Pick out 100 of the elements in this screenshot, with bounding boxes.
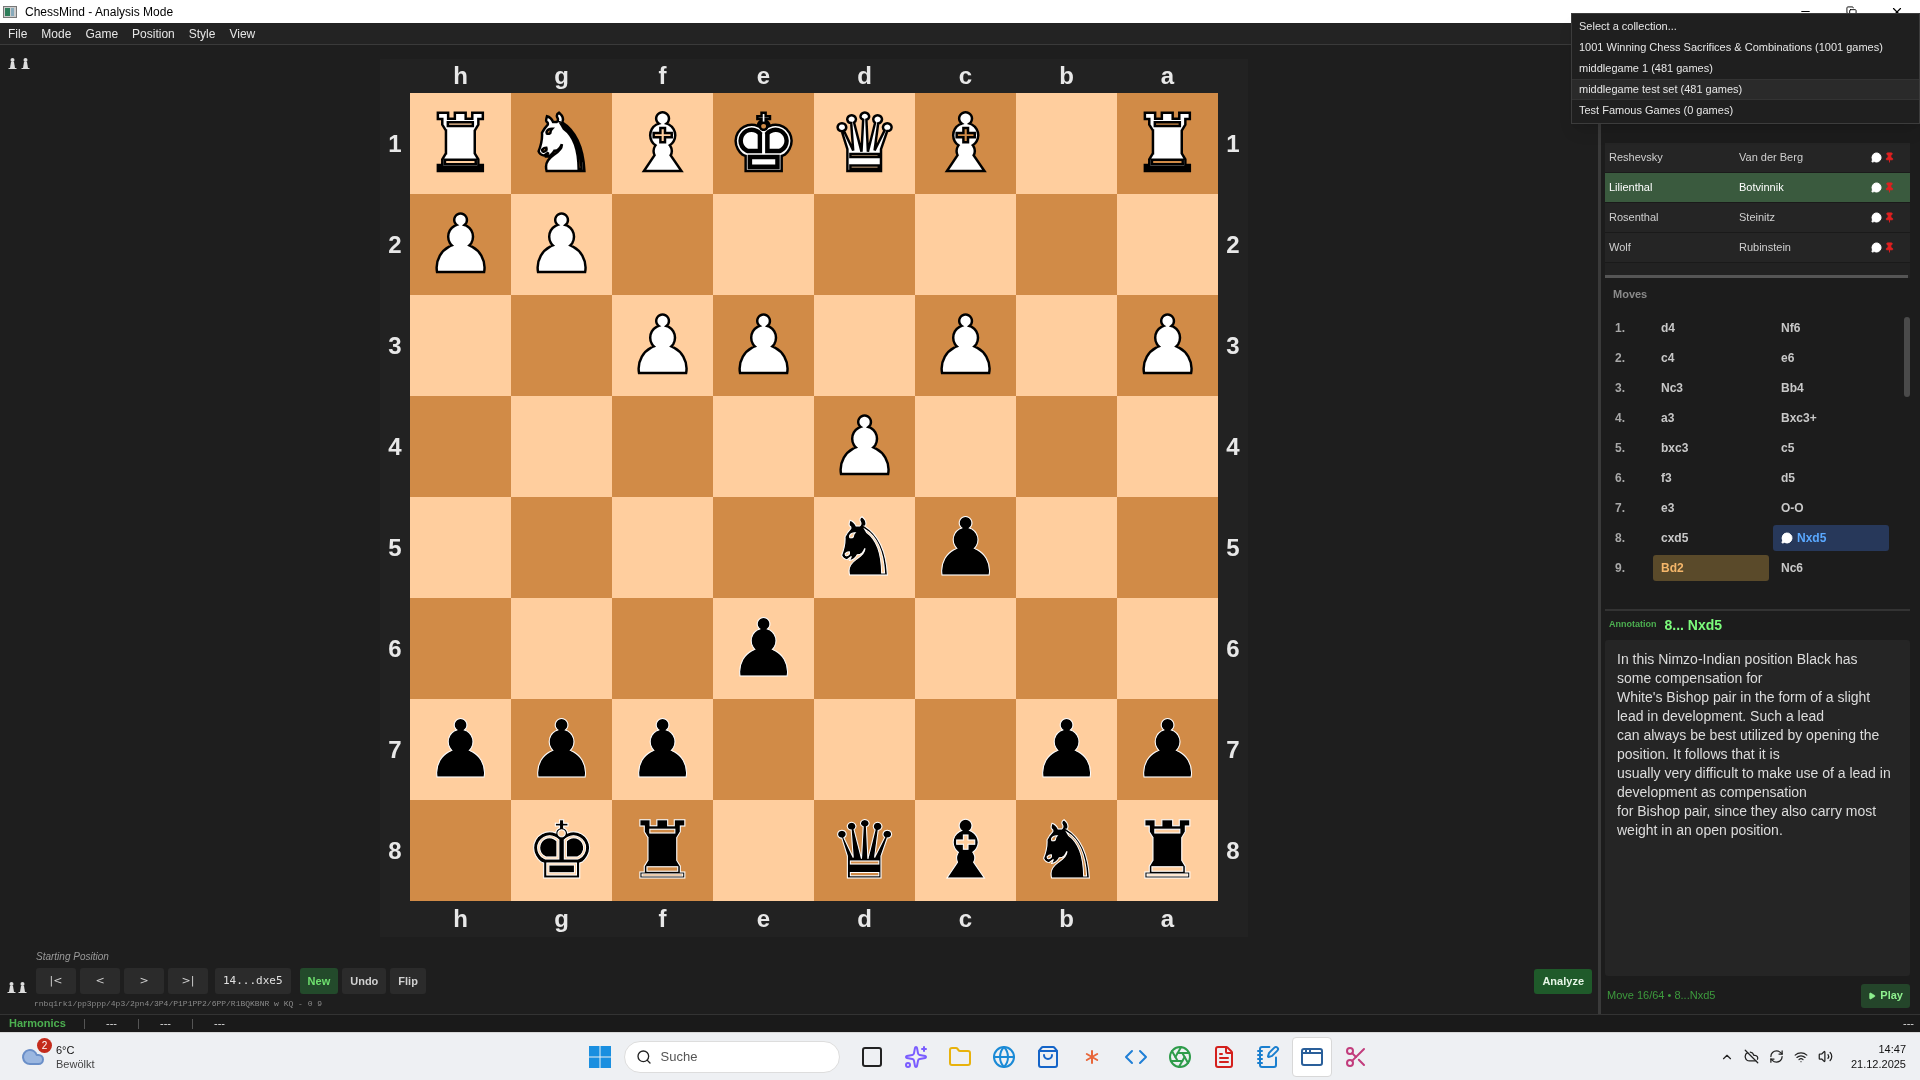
move-button[interactable]: Nxd5	[1773, 524, 1889, 551]
sync-icon[interactable]	[1768, 1049, 1784, 1064]
board-square[interactable]: ♛	[814, 800, 915, 901]
board-square[interactable]	[1117, 497, 1218, 598]
move-button[interactable]: Bb4	[1773, 374, 1889, 401]
cloud-off-icon[interactable]	[1743, 1049, 1759, 1064]
menu-item[interactable]: View	[229, 24, 256, 43]
menu-item[interactable]: Position	[132, 24, 175, 43]
board-square[interactable]	[410, 497, 511, 598]
board-square[interactable]	[1016, 295, 1117, 396]
move-button[interactable]: O-O	[1773, 494, 1889, 521]
game-row[interactable]: Lilienthal Botvinnik	[1605, 173, 1910, 203]
board-square[interactable]	[713, 194, 814, 295]
chess-piece[interactable]: ♟	[1030, 709, 1103, 790]
chess-piece[interactable]: ♜	[626, 810, 699, 891]
board-square[interactable]	[612, 497, 713, 598]
board-square[interactable]	[1016, 497, 1117, 598]
taskbar-app[interactable]	[1291, 1036, 1332, 1077]
board-square[interactable]: ♜	[612, 800, 713, 901]
chess-piece[interactable]: ♞	[1030, 810, 1103, 891]
nav-button[interactable]: >	[124, 968, 164, 994]
move-button[interactable]: bxc3	[1653, 434, 1769, 461]
board-square[interactable]: ♟	[612, 699, 713, 800]
board-square[interactable]	[410, 800, 511, 901]
move-button[interactable]: Nc3	[1653, 374, 1769, 401]
collection-option[interactable]: 1001 Winning Chess Sacrifices & Combinations (1001 games)	[1572, 37, 1919, 58]
board-square[interactable]	[1117, 194, 1218, 295]
board-square[interactable]	[713, 396, 814, 497]
move-button[interactable]: e6	[1773, 344, 1889, 371]
chess-piece[interactable]: ♛	[828, 810, 901, 891]
board-square[interactable]: ♟	[713, 598, 814, 699]
board-square[interactable]: ♚	[511, 800, 612, 901]
move-button[interactable]: d5	[1773, 464, 1889, 491]
nav-button[interactable]: |<	[36, 968, 76, 994]
board-square[interactable]	[511, 396, 612, 497]
chess-piece[interactable]: ♜	[1131, 810, 1204, 891]
collection-option[interactable]: middlegame 1 (481 games)	[1572, 58, 1919, 79]
collection-option[interactable]: Test Famous Games (0 games)	[1572, 100, 1919, 121]
board-square[interactable]	[1016, 93, 1117, 194]
board-square[interactable]	[410, 598, 511, 699]
chess-piece[interactable]: ♟	[525, 709, 598, 790]
chess-piece[interactable]: ♝	[929, 810, 1002, 891]
board-square[interactable]: ♟	[1016, 699, 1117, 800]
board-square[interactable]	[410, 295, 511, 396]
board-square[interactable]: ♞	[1016, 800, 1117, 901]
board-square[interactable]	[915, 396, 1016, 497]
chess-piece[interactable]: ♟	[424, 709, 497, 790]
action-button[interactable]: Flip	[390, 968, 426, 994]
move-button[interactable]: cxd5	[1653, 524, 1769, 551]
board-square[interactable]: ♝	[915, 800, 1016, 901]
board-square[interactable]	[511, 295, 612, 396]
board-square[interactable]	[915, 598, 1016, 699]
collection-option[interactable]: middlegame test set (481 games)	[1572, 79, 1919, 100]
board-square[interactable]	[915, 699, 1016, 800]
board-square[interactable]	[1016, 194, 1117, 295]
board-square[interactable]	[1016, 396, 1117, 497]
board-square[interactable]: ♟	[1117, 699, 1218, 800]
menu-item[interactable]: File	[8, 24, 28, 43]
board-square[interactable]	[612, 598, 713, 699]
nav-button[interactable]: >|	[168, 968, 208, 994]
action-button[interactable]: New	[299, 968, 339, 994]
board-square[interactable]	[612, 194, 713, 295]
chess-piece[interactable]: ♟	[727, 608, 800, 689]
board-square[interactable]	[511, 497, 612, 598]
menu-item[interactable]: Style	[188, 24, 216, 43]
position-button[interactable]: 14...dxe5	[215, 968, 291, 994]
board-square[interactable]	[713, 497, 814, 598]
action-button[interactable]: Undo	[342, 968, 387, 994]
board-square[interactable]	[814, 194, 915, 295]
menu-item[interactable]: Mode	[41, 24, 72, 43]
search-field[interactable]: Suche	[623, 1040, 840, 1073]
clock-date[interactable]: 21.12.2025	[1850, 1056, 1906, 1072]
wifi-icon[interactable]	[1793, 1049, 1808, 1064]
play-button[interactable]: Play	[1861, 983, 1910, 1008]
board-square[interactable]: ♞	[814, 497, 915, 598]
move-button[interactable]: Bd2	[1653, 554, 1769, 581]
menu-item[interactable]: Game	[85, 24, 119, 43]
move-button[interactable]: f3	[1653, 464, 1769, 491]
board-square[interactable]: ♟	[915, 497, 1016, 598]
chess-piece[interactable]: ♚	[525, 810, 598, 891]
board-square[interactable]: ♟	[410, 699, 511, 800]
board-square[interactable]	[1117, 396, 1218, 497]
horizontal-scrollbar[interactable]	[1605, 275, 1908, 278]
nav-button[interactable]: <	[80, 968, 120, 994]
board-square[interactable]	[814, 598, 915, 699]
board-square[interactable]	[410, 396, 511, 497]
chess-piece[interactable]: ♟	[626, 709, 699, 790]
collection-option[interactable]: Select a collection...	[1572, 16, 1919, 37]
move-button[interactable]: c5	[1773, 434, 1889, 461]
chess-piece[interactable]: ♟	[1131, 709, 1204, 790]
board-square[interactable]	[1117, 598, 1218, 699]
board-square[interactable]	[814, 699, 915, 800]
chess-piece[interactable]: ♞	[828, 507, 901, 588]
move-button[interactable]: d4	[1653, 314, 1769, 341]
board-square[interactable]	[814, 295, 915, 396]
move-button[interactable]: c4	[1653, 344, 1769, 371]
volume-icon[interactable]	[1817, 1049, 1833, 1064]
board-square[interactable]	[713, 800, 814, 901]
analyze-button[interactable]: Analyze	[1534, 969, 1592, 994]
chess-piece[interactable]: ♟	[929, 507, 1002, 588]
